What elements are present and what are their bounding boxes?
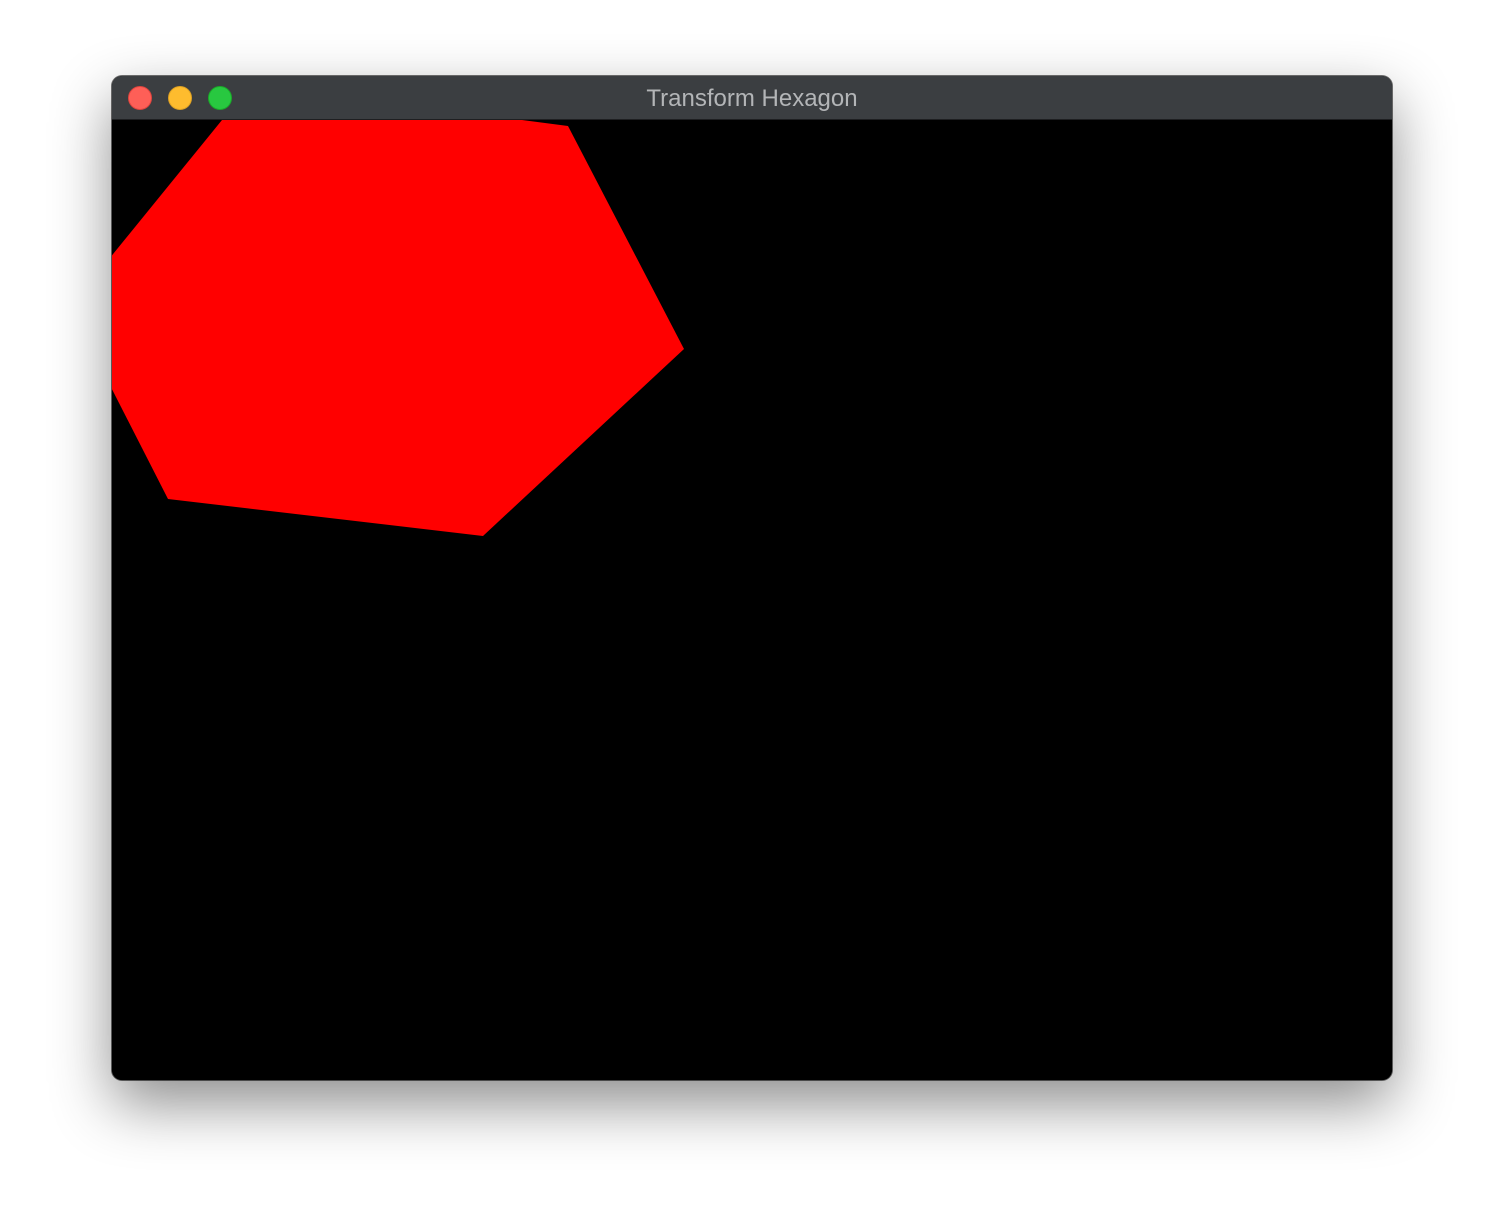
render-canvas: [112, 120, 684, 536]
hexagon-shape: [112, 120, 684, 536]
render-viewport[interactable]: [112, 120, 1392, 1080]
app-window: Transform Hexagon: [112, 76, 1392, 1080]
title-bar[interactable]: Transform Hexagon: [112, 76, 1392, 120]
window-title: Transform Hexagon: [646, 85, 858, 112]
